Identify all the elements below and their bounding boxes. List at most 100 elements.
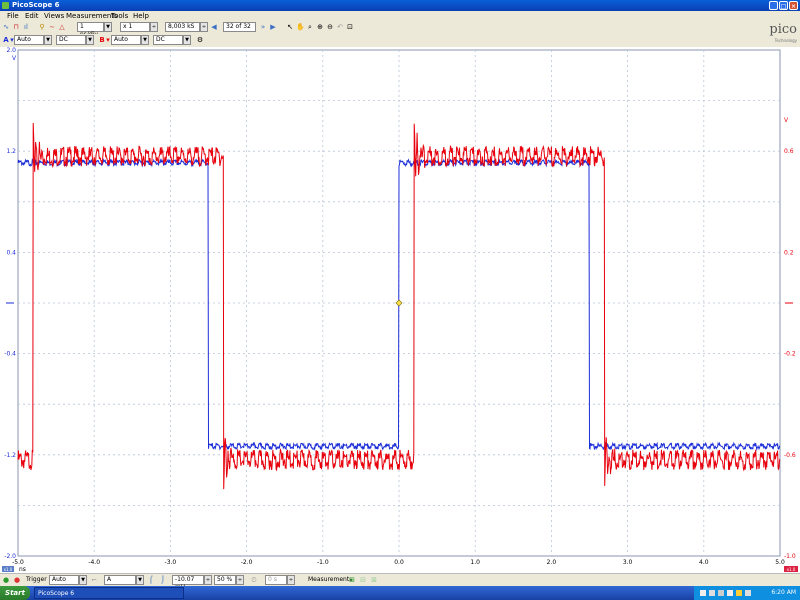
- trigger-bar: ● ● Trigger Auto ▼ ⌐ A ▼ ⌠ ⌡ -10.07 mV ÷…: [0, 573, 800, 591]
- trigger-mode-field[interactable]: Auto: [49, 575, 79, 585]
- zoom-fit-icon[interactable]: ⊡: [346, 23, 354, 32]
- tray-icon[interactable]: [700, 590, 706, 596]
- channel-a-range-field[interactable]: Auto: [14, 35, 44, 45]
- tray-icon[interactable]: [718, 590, 724, 596]
- start-button[interactable]: Start: [0, 586, 30, 600]
- x-tick-label: 5.0: [775, 559, 785, 566]
- x-unit-label: ns: [19, 566, 26, 573]
- zoom-field[interactable]: x 1: [120, 22, 150, 32]
- left-tick-label: -1.2: [4, 452, 16, 459]
- spectrum-mode-icon[interactable]: ıl: [22, 23, 30, 32]
- x-tick-label: 3.0: [623, 559, 633, 566]
- x-end-label: x1.0: [787, 567, 796, 572]
- math-icon[interactable]: △: [58, 23, 66, 32]
- menu-help[interactable]: Help: [133, 12, 149, 20]
- buffer-last-icon[interactable]: ▶: [269, 23, 277, 32]
- system-tray: 6:20 AM: [694, 586, 800, 600]
- main-toolbar: ∿ ⊓ ıl ⚲ ∼ △ 1 ns/div ▼ x 1 ÷ 8,003 kS ÷…: [0, 21, 800, 38]
- right-tick-label: -0.2: [784, 351, 796, 358]
- channel-a-range-dropdown[interactable]: ▼: [44, 35, 52, 45]
- edit-measurement-icon[interactable]: ⊟: [359, 576, 367, 585]
- zoom-out-icon[interactable]: ⊖: [326, 23, 334, 32]
- x-tick-label: -5.0: [12, 559, 24, 566]
- probe-icon[interactable]: ⚲: [38, 23, 46, 32]
- trigger-label: Trigger: [26, 576, 47, 583]
- delay-spinner[interactable]: ÷: [287, 575, 295, 585]
- tray-icon[interactable]: [709, 590, 715, 596]
- scope-mode-icon[interactable]: ∿: [2, 23, 10, 32]
- signal-generator-icon[interactable]: ∼: [48, 23, 56, 32]
- menu-views[interactable]: Views: [44, 12, 64, 20]
- left-unit-label: V: [12, 55, 17, 62]
- maximize-button[interactable]: □: [779, 1, 788, 10]
- menu-measurements[interactable]: Measurements: [66, 12, 118, 20]
- window-title: PicoScope 6: [12, 1, 60, 9]
- buffer-first-icon[interactable]: ◀: [210, 23, 218, 32]
- buffer-next-icon[interactable]: »: [259, 23, 267, 32]
- delay-field[interactable]: 0 s: [265, 575, 287, 585]
- x-axis: -5.0 -4.0 -3.0 -2.0 -1.0 0.0 1.0 2.0 3.0 4.0 5.0 ns…: [2, 559, 798, 573]
- tray-icon[interactable]: [736, 590, 742, 596]
- channel-toolbar: A ▾ Auto ▼ DC ▼ B ▾ Auto ▼ DC ▼ ⚙: [0, 34, 800, 47]
- zoom-spinner[interactable]: ÷: [150, 22, 158, 32]
- falling-edge-icon[interactable]: ⌡: [159, 576, 167, 585]
- menu-tools[interactable]: Tools: [111, 12, 128, 20]
- minimize-button[interactable]: _: [769, 1, 778, 10]
- scope-view[interactable]: 2.0 1.2 0.4 -0.4 -1.2 -2.0 V 0.6 0.2 -0.2 -0.6 -1.…: [0, 47, 800, 573]
- channel-a-coupling-dropdown[interactable]: ▼: [86, 35, 94, 45]
- menu-file[interactable]: File: [7, 12, 19, 20]
- menu-bar: File Edit Views Measurements Tools Help: [0, 11, 800, 21]
- left-tick-label: 1.2: [6, 148, 16, 155]
- add-measurement-icon[interactable]: ⊞: [348, 576, 356, 585]
- window-controls: _ □ ×: [769, 1, 798, 10]
- trigger-level-field[interactable]: -10.07 mV: [172, 575, 204, 591]
- x-zoom-label: x1.0: [4, 567, 13, 572]
- pointer-tool-icon[interactable]: ↖: [286, 23, 294, 32]
- trigger-source-dropdown[interactable]: ▼: [136, 575, 144, 585]
- channel-a-coupling-field[interactable]: DC: [56, 35, 86, 45]
- x-tick-label: -4.0: [88, 559, 100, 566]
- undo-zoom-icon[interactable]: ↶: [336, 23, 344, 32]
- run-button[interactable]: ●: [2, 576, 10, 585]
- delete-measurement-icon[interactable]: ⊠: [370, 576, 378, 585]
- timebase-dropdown[interactable]: ▼: [104, 22, 112, 32]
- scope-graph[interactable]: 2.0 1.2 0.4 -0.4 -1.2 -2.0 V 0.6 0.2 -0.2 -0.6 -1.…: [0, 47, 800, 573]
- channel-b-range-field[interactable]: Auto: [111, 35, 141, 45]
- left-tick-label: 0.4: [6, 249, 16, 256]
- taskbar-item-picoscope[interactable]: PicoScope 6: [34, 587, 184, 599]
- channel-b-range-dropdown[interactable]: ▼: [141, 35, 149, 45]
- advanced-trigger-icon[interactable]: ⌐: [90, 576, 98, 585]
- stop-button[interactable]: ●: [13, 576, 21, 585]
- tray-icon[interactable]: [727, 590, 733, 596]
- right-unit-label: V: [784, 117, 789, 124]
- pretrigger-field[interactable]: 50 %: [214, 575, 236, 585]
- persistence-mode-icon[interactable]: ⊓: [12, 23, 20, 32]
- measurements-label: Measurements: [308, 576, 353, 583]
- buffer-field[interactable]: 32 of 32: [223, 22, 256, 32]
- channel-properties-icon[interactable]: ⚙: [196, 36, 204, 45]
- channel-b-coupling-dropdown[interactable]: ▼: [183, 35, 191, 45]
- trigger-source-field[interactable]: A: [104, 575, 136, 585]
- close-button[interactable]: ×: [789, 1, 798, 10]
- hand-tool-icon[interactable]: ✋: [296, 23, 305, 32]
- app-icon: [2, 2, 9, 9]
- zoom-in-icon[interactable]: ⊕: [316, 23, 324, 32]
- trigger-mode-dropdown[interactable]: ▼: [79, 575, 87, 585]
- zoom-area-icon[interactable]: ⌕: [306, 23, 314, 32]
- delay-icon[interactable]: ⏲: [250, 576, 258, 585]
- trigger-level-spinner[interactable]: ÷: [204, 575, 212, 585]
- right-tick-label: -1.0: [784, 553, 796, 560]
- right-tick-label: -0.6: [784, 452, 796, 459]
- timebase-field[interactable]: 1 ns/div: [77, 22, 104, 38]
- x-tick-label: -1.0: [317, 559, 329, 566]
- right-axis: 0.6 0.2 -0.2 -0.6 -1.0 V: [784, 117, 796, 560]
- samples-field[interactable]: 8,003 kS: [165, 22, 200, 32]
- tray-icon[interactable]: [745, 590, 751, 596]
- left-tick-label: -0.4: [4, 351, 16, 358]
- samples-spinner[interactable]: ÷: [200, 22, 208, 32]
- rising-edge-icon[interactable]: ⌠: [147, 576, 155, 585]
- pretrigger-spinner[interactable]: ÷: [236, 575, 244, 585]
- channel-b-coupling-field[interactable]: DC: [153, 35, 183, 45]
- menu-edit[interactable]: Edit: [25, 12, 39, 20]
- taskbar: Start PicoScope 6 6:20 AM: [0, 586, 800, 600]
